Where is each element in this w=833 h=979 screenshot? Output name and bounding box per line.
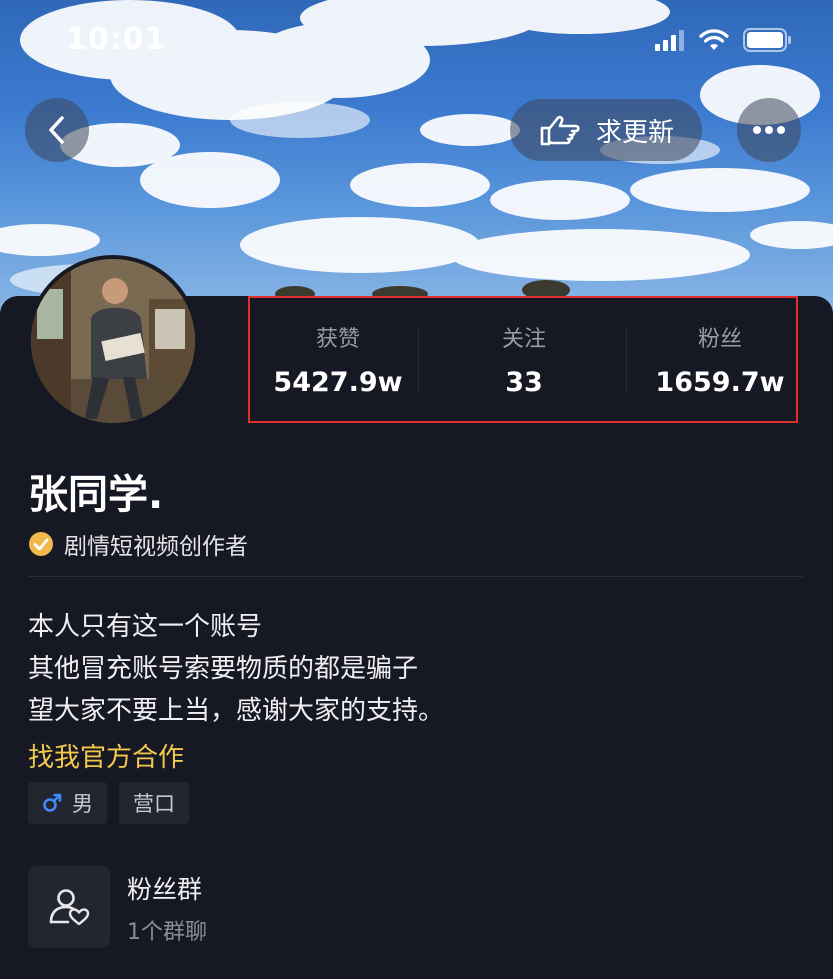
fan-group-button[interactable] bbox=[28, 866, 110, 948]
stat-likes-label: 获赞 bbox=[315, 327, 360, 352]
profile-name: 张同学. bbox=[28, 472, 164, 518]
avatar-photo bbox=[31, 259, 195, 423]
cooperation-link[interactable]: 找我官方合作 bbox=[28, 737, 184, 774]
stat-followers-value: 1659.7w bbox=[655, 367, 785, 398]
tag-gender-label: 男 bbox=[72, 792, 93, 816]
bio: 本人只有这一个账号 其他冒充账号索要物质的都是骗子 望大家不要上当，感谢大家的支… bbox=[28, 606, 444, 732]
request-update-label: 求更新 bbox=[595, 117, 674, 148]
verification-row: 剧情短视频创作者 bbox=[28, 527, 248, 561]
status-time: 10:01 bbox=[66, 22, 167, 57]
stat-following[interactable]: 关注 33 bbox=[444, 298, 604, 421]
tag-gender: 男 bbox=[28, 782, 107, 824]
stat-followers-label: 粉丝 bbox=[697, 327, 742, 352]
request-update-button[interactable]: 求更新 bbox=[510, 99, 702, 161]
status-icons bbox=[655, 28, 793, 52]
divider bbox=[28, 576, 803, 577]
bio-line: 望大家不要上当，感谢大家的支持。 bbox=[28, 696, 445, 726]
chevron-left-icon bbox=[49, 116, 64, 144]
stat-followers[interactable]: 粉丝 1659.7w bbox=[650, 298, 790, 421]
verification-text: 剧情短视频创作者 bbox=[64, 534, 248, 560]
bio-line: 本人只有这一个账号 bbox=[28, 612, 263, 642]
tag-location-label: 营口 bbox=[133, 792, 175, 816]
wifi-icon bbox=[699, 29, 729, 50]
profile-tags: 男 营口 bbox=[28, 782, 189, 824]
avatar[interactable] bbox=[27, 255, 199, 427]
male-icon bbox=[43, 793, 62, 812]
cellular-signal-icon bbox=[655, 30, 684, 51]
stat-likes[interactable]: 获赞 5427.9w bbox=[258, 298, 418, 421]
tag-location: 营口 bbox=[119, 782, 189, 824]
stat-divider bbox=[418, 326, 419, 390]
battery-icon bbox=[743, 28, 791, 52]
bio-line: 其他冒充账号索要物质的都是骗子 bbox=[28, 654, 419, 684]
back-button[interactable] bbox=[25, 98, 89, 162]
stat-likes-value: 5427.9w bbox=[273, 367, 403, 398]
fan-group-title[interactable]: 粉丝群 bbox=[127, 870, 202, 906]
pointing-hand-icon bbox=[540, 115, 580, 146]
fan-group-subtitle: 1个群聊 bbox=[127, 920, 207, 945]
verified-badge-icon bbox=[29, 532, 53, 556]
fan-group-icon bbox=[49, 889, 90, 926]
stats-highlight-box: 获赞 5427.9w 关注 33 粉丝 1659.7w bbox=[248, 296, 798, 423]
stat-following-value: 33 bbox=[505, 367, 543, 398]
more-dots-icon bbox=[753, 126, 785, 134]
stat-following-label: 关注 bbox=[501, 327, 546, 352]
more-options-button[interactable] bbox=[737, 98, 801, 162]
stat-divider bbox=[626, 326, 627, 390]
